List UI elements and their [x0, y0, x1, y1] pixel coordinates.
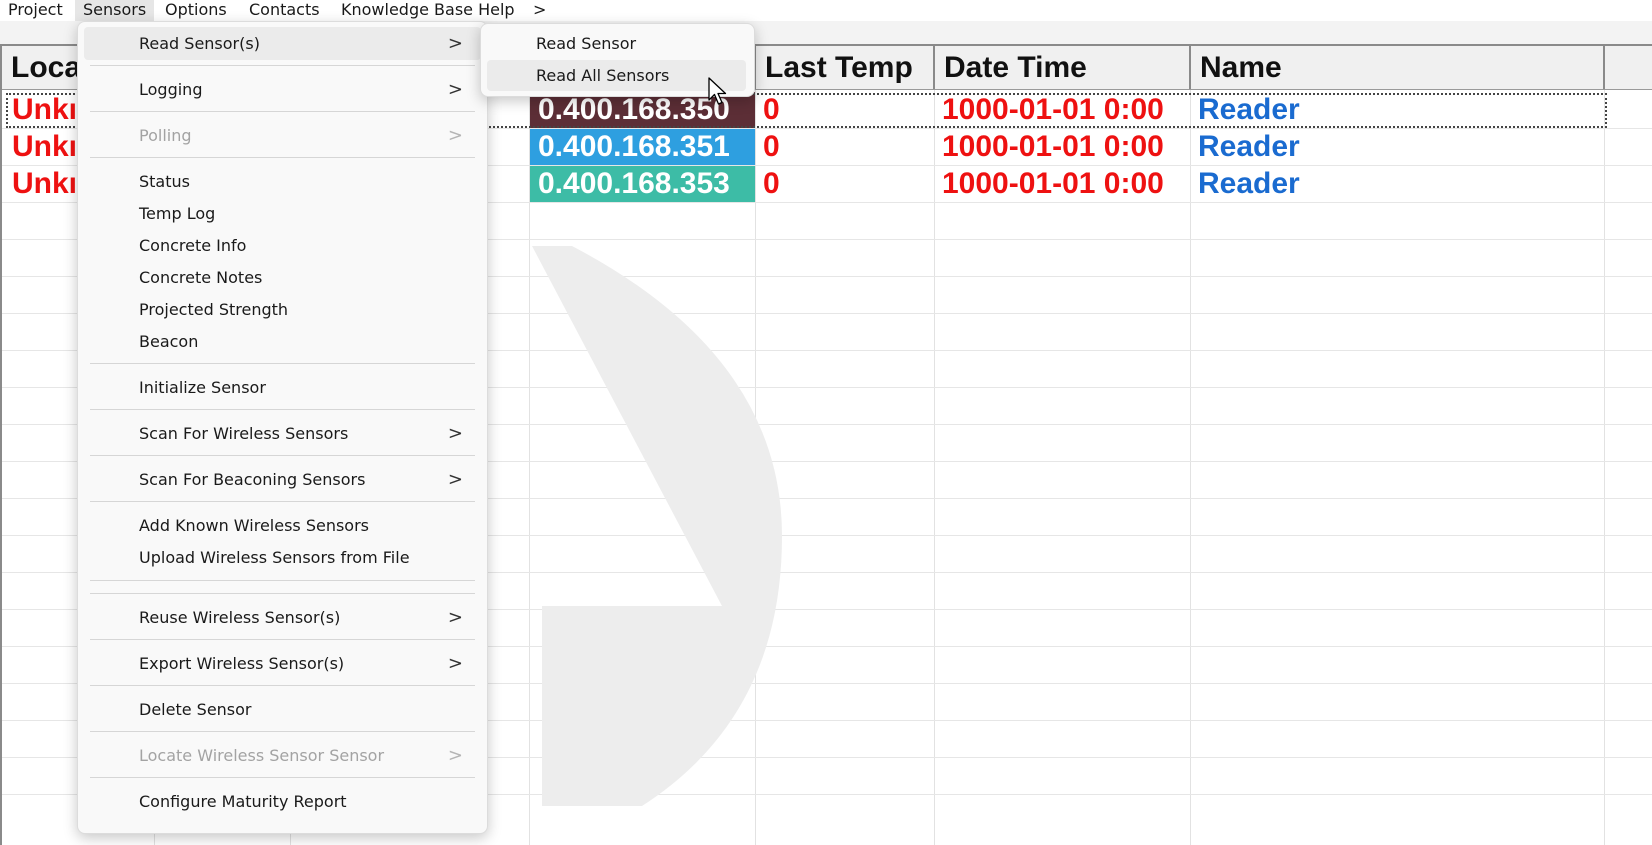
menu-item-reuse-wireless[interactable]: Reuse Wireless Sensor(s) >: [84, 601, 481, 634]
chevron-right-icon: >: [447, 745, 463, 766]
menu-item-label: Locate Wireless Sensor Sensor: [139, 746, 385, 765]
cell-date-time[interactable]: 1000-01-01 0:00: [936, 129, 1190, 165]
menu-knowledge-base-help[interactable]: Knowledge Base Help: [333, 0, 523, 21]
menu-item-export-wireless[interactable]: Export Wireless Sensor(s) >: [84, 647, 481, 680]
mouse-pointer-icon: [708, 77, 727, 105]
menu-options[interactable]: Options: [157, 0, 235, 21]
menu-item-delete-sensor[interactable]: Delete Sensor: [84, 693, 481, 726]
menu-item-scan-wireless[interactable]: Scan For Wireless Sensors >: [84, 417, 481, 450]
menu-item-scan-beaconing[interactable]: Scan For Beaconing Sensors >: [84, 463, 481, 496]
menu-separator: [90, 731, 475, 732]
menu-item-upload-from-file[interactable]: Upload Wireless Sensors from File: [84, 541, 481, 574]
menu-item-concrete-info[interactable]: Concrete Info: [84, 229, 481, 262]
menu-item-concrete-notes[interactable]: Concrete Notes: [84, 261, 481, 294]
menu-separator: [90, 455, 475, 456]
menu-separator: [90, 363, 475, 364]
chevron-right-icon: >: [447, 469, 463, 490]
submenu-item-read-sensor[interactable]: Read Sensor: [487, 28, 746, 59]
cell-address[interactable]: 0.400.168.351: [530, 129, 755, 165]
chevron-right-icon: >: [447, 125, 463, 146]
chevron-right-icon: >: [447, 33, 463, 54]
grid-column-line: [934, 90, 935, 845]
menu-item-configure-maturity-report[interactable]: Configure Maturity Report: [84, 785, 481, 818]
menu-item-label: Logging: [139, 80, 203, 99]
column-header-name[interactable]: Name: [1191, 46, 1605, 89]
menu-item-beacon[interactable]: Beacon: [84, 325, 481, 358]
menu-separator: [90, 501, 475, 502]
menu-separator: [90, 685, 475, 686]
grid-column-line: [1604, 90, 1605, 845]
cell-address[interactable]: 0.400.168.353: [530, 166, 755, 202]
chevron-right-icon: >: [447, 79, 463, 100]
menu-item-label: Polling: [139, 126, 192, 145]
menu-item-status[interactable]: Status: [84, 165, 481, 198]
menu-sensors[interactable]: Sensors: [75, 0, 155, 21]
menu-item-label: Scan For Wireless Sensors: [139, 424, 349, 443]
column-header-empty: [1605, 46, 1652, 89]
menu-item-label: Export Wireless Sensor(s): [139, 654, 345, 673]
menu-item-projected-strength[interactable]: Projected Strength: [84, 293, 481, 326]
sensors-dropdown-menu: Read Sensor(s) > Logging > Polling > Sta…: [77, 21, 488, 834]
cell-name[interactable]: Reader: [1192, 129, 1604, 165]
chevron-right-icon: >: [447, 607, 463, 628]
menu-separator: [90, 639, 475, 640]
menu-item-logging[interactable]: Logging >: [84, 73, 481, 106]
menu-item-polling: Polling >: [84, 119, 481, 152]
column-header-date-time[interactable]: Date Time: [935, 46, 1191, 89]
cell-last-temp[interactable]: 0: [757, 129, 934, 165]
menu-item-read-sensors[interactable]: Read Sensor(s) >: [84, 27, 481, 60]
chevron-right-icon: >: [447, 653, 463, 674]
menu-item-label: Read Sensor(s): [139, 34, 260, 53]
cell-name[interactable]: Reader: [1192, 92, 1604, 128]
menu-project[interactable]: Project: [0, 0, 71, 21]
menu-separator: [90, 593, 475, 594]
menu-item-initialize-sensor[interactable]: Initialize Sensor: [84, 371, 481, 404]
menu-item-label: Reuse Wireless Sensor(s): [139, 608, 341, 627]
menu-overflow-chevron[interactable]: >: [525, 0, 554, 21]
menu-item-locate-wireless: Locate Wireless Sensor Sensor >: [84, 739, 481, 772]
menu-separator: [90, 409, 475, 410]
cell-date-time[interactable]: 1000-01-01 0:00: [936, 166, 1190, 202]
menu-item-label: Scan For Beaconing Sensors: [139, 470, 366, 489]
cell-date-time[interactable]: 1000-01-01 0:00: [936, 92, 1190, 128]
menu-separator: [90, 65, 475, 66]
menu-separator: [90, 777, 475, 778]
cell-last-temp[interactable]: 0: [757, 166, 934, 202]
cell-name[interactable]: Reader: [1192, 166, 1604, 202]
menu-item-temp-log[interactable]: Temp Log: [84, 197, 481, 230]
menu-separator: [90, 580, 475, 581]
column-header-last-temp[interactable]: Last Temp: [756, 46, 935, 89]
chevron-right-icon: >: [447, 423, 463, 444]
menu-contacts[interactable]: Contacts: [241, 0, 328, 21]
menu-item-add-known-wireless[interactable]: Add Known Wireless Sensors: [84, 509, 481, 542]
cell-last-temp[interactable]: 0: [757, 92, 934, 128]
watermark-logo-icon: [532, 246, 782, 806]
menu-separator: [90, 157, 475, 158]
menu-separator: [90, 111, 475, 112]
grid-column-line: [1190, 90, 1191, 845]
menu-bar: Project Sensors Options Contacts Knowled…: [0, 0, 1652, 21]
